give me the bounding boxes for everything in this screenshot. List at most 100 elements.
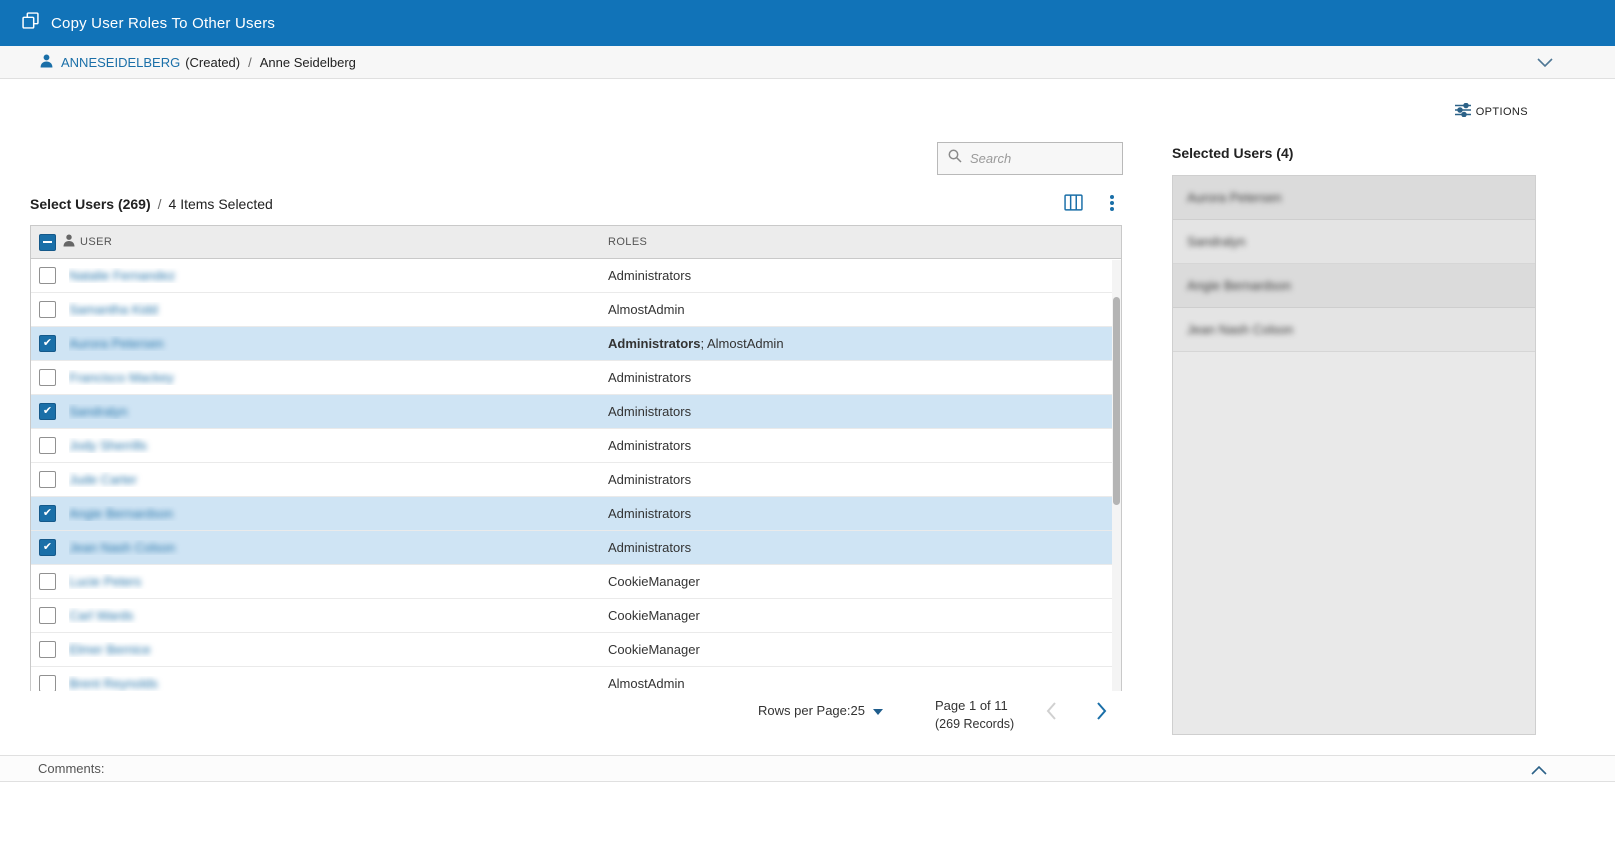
row-checkbox[interactable] [39, 471, 56, 488]
footer: i Cancel Copy [0, 782, 1615, 866]
chevron-down-icon[interactable] [1537, 56, 1553, 71]
selected-user-item[interactable]: Jean Nash Colson [1173, 308, 1535, 352]
role-text: Administrators [608, 506, 691, 521]
user-cell: Sandralyn [69, 404, 608, 419]
user-icon [40, 54, 53, 71]
user-name-link[interactable]: Lucie Peters [69, 574, 141, 589]
user-name-link[interactable]: Natalie Fernandez [69, 268, 175, 283]
user-name-link[interactable]: Brent Reynolds [69, 676, 158, 691]
table-header: USER ROLES [31, 226, 1121, 259]
user-cell: Lucie Peters [69, 574, 608, 589]
select-users-title: Select Users (269) [30, 196, 151, 212]
row-checkbox[interactable] [39, 641, 56, 658]
table-row[interactable]: Angie Bernardson Administrators [31, 497, 1121, 531]
user-name-link[interactable]: Carl Wards [69, 608, 134, 623]
table-row[interactable]: Jody Sherrills Administrators [31, 429, 1121, 463]
next-page-icon[interactable] [1096, 702, 1107, 725]
more-actions-icon[interactable] [1106, 194, 1118, 212]
table-row[interactable]: Natalie Fernandez Administrators [31, 259, 1121, 293]
roles-cell: AlmostAdmin [608, 302, 1121, 317]
role-text: CookieManager [608, 642, 700, 657]
records-label: (269 Records) [935, 715, 1014, 734]
table-row[interactable]: Carl Wards CookieManager [31, 599, 1121, 633]
row-checkbox[interactable] [39, 675, 56, 691]
row-checkbox[interactable] [39, 505, 56, 522]
comments-bar: Comments: [0, 755, 1615, 782]
row-checkbox[interactable] [39, 607, 56, 624]
roles-cell: Administrators [608, 438, 1121, 453]
selected-user-name: Jean Nash Colson [1187, 322, 1293, 337]
user-table: USER ROLES Natalie Fernandez Administrat… [30, 225, 1122, 691]
chevron-up-icon[interactable] [1531, 764, 1547, 779]
table-row[interactable]: Francisco Mackey Administrators [31, 361, 1121, 395]
role-text: AlmostAdmin [608, 302, 685, 317]
user-cell: Natalie Fernandez [69, 268, 608, 283]
roles-cell: Administrators [608, 268, 1121, 283]
comments-label: Comments: [38, 761, 104, 776]
column-settings-icon[interactable] [1064, 194, 1083, 216]
row-checkbox[interactable] [39, 573, 56, 590]
row-checkbox[interactable] [39, 301, 56, 318]
items-selected-summary: 4 Items Selected [169, 196, 273, 212]
row-checkbox[interactable] [39, 539, 56, 556]
row-checkbox[interactable] [39, 267, 56, 284]
rows-per-page-value: 25 [851, 703, 865, 718]
user-cell: Samantha Kidd [69, 302, 608, 317]
user-name-link[interactable]: Jean Nash Colson [69, 540, 175, 555]
selected-user-item[interactable]: Angie Bernardson [1173, 264, 1535, 308]
user-name-link[interactable]: Samantha Kidd [69, 302, 158, 317]
table-row[interactable]: Brent Reynolds AlmostAdmin [31, 667, 1121, 691]
breadcrumb-separator: / [248, 55, 252, 70]
caret-down-icon [873, 709, 883, 715]
table-scrollbar-thumb[interactable] [1113, 297, 1120, 505]
user-cell: Carl Wards [69, 608, 608, 623]
user-name-link[interactable]: Elmer Bernice [69, 642, 151, 657]
table-row[interactable]: Aurora Petersen Administrators; AlmostAd… [31, 327, 1121, 361]
role-text: CookieManager [608, 574, 700, 589]
rows-per-page-label: Rows per Page: [758, 703, 851, 718]
user-name-link[interactable]: Jody Sherrills [69, 438, 147, 453]
selected-user-item[interactable]: Sandralyn [1173, 220, 1535, 264]
role-text: Administrators [608, 404, 691, 419]
selected-user-item[interactable]: Aurora Petersen [1173, 176, 1535, 220]
search-input[interactable] [970, 151, 1146, 166]
window-title: Copy User Roles To Other Users [51, 15, 275, 32]
table-row[interactable]: Sandralyn Administrators [31, 395, 1121, 429]
row-checkbox[interactable] [39, 437, 56, 454]
table-scrollbar-track [1112, 260, 1121, 691]
role-text: Administrators [608, 438, 691, 453]
user-table-body: Natalie Fernandez Administrators Samanth… [31, 259, 1121, 691]
user-name-link[interactable]: Aurora Petersen [69, 336, 164, 351]
table-row[interactable]: Lucie Peters CookieManager [31, 565, 1121, 599]
breadcrumb-user-link[interactable]: ANNESEIDELBERG [61, 55, 180, 70]
breadcrumb-user-name: Anne Seidelberg [260, 55, 356, 70]
roles-cell: AlmostAdmin [608, 676, 1121, 691]
user-cell: Jean Nash Colson [69, 540, 608, 555]
row-checkbox[interactable] [39, 335, 56, 352]
role-text: AlmostAdmin [608, 676, 685, 691]
roles-cell: Administrators [608, 370, 1121, 385]
previous-page-icon[interactable] [1046, 702, 1057, 725]
user-name-link[interactable]: Francisco Mackey [69, 370, 174, 385]
table-row[interactable]: Jude Carter Administrators [31, 463, 1121, 497]
row-checkbox[interactable] [39, 403, 56, 420]
user-cell: Jude Carter [69, 472, 608, 487]
options-button[interactable]: OPTIONS [1455, 103, 1528, 120]
role-bold-text: Administrators [608, 336, 700, 351]
options-label: OPTIONS [1476, 106, 1528, 118]
options-sliders-icon [1455, 103, 1471, 120]
selected-user-name: Angie Bernardson [1187, 278, 1291, 293]
user-cell: Francisco Mackey [69, 370, 608, 385]
user-column-label: USER [80, 236, 112, 248]
user-name-link[interactable]: Angie Bernardson [69, 506, 173, 521]
row-checkbox[interactable] [39, 369, 56, 386]
rows-per-page-dropdown[interactable]: Rows per Page:25 [758, 703, 883, 718]
titlebar: Copy User Roles To Other Users [0, 0, 1615, 46]
table-row[interactable]: Jean Nash Colson Administrators [31, 531, 1121, 565]
selected-user-name: Aurora Petersen [1187, 190, 1282, 205]
select-all-checkbox[interactable] [39, 234, 56, 251]
table-row[interactable]: Samantha Kidd AlmostAdmin [31, 293, 1121, 327]
table-row[interactable]: Elmer Bernice CookieManager [31, 633, 1121, 667]
user-name-link[interactable]: Jude Carter [69, 472, 137, 487]
user-name-link[interactable]: Sandralyn [69, 404, 128, 419]
